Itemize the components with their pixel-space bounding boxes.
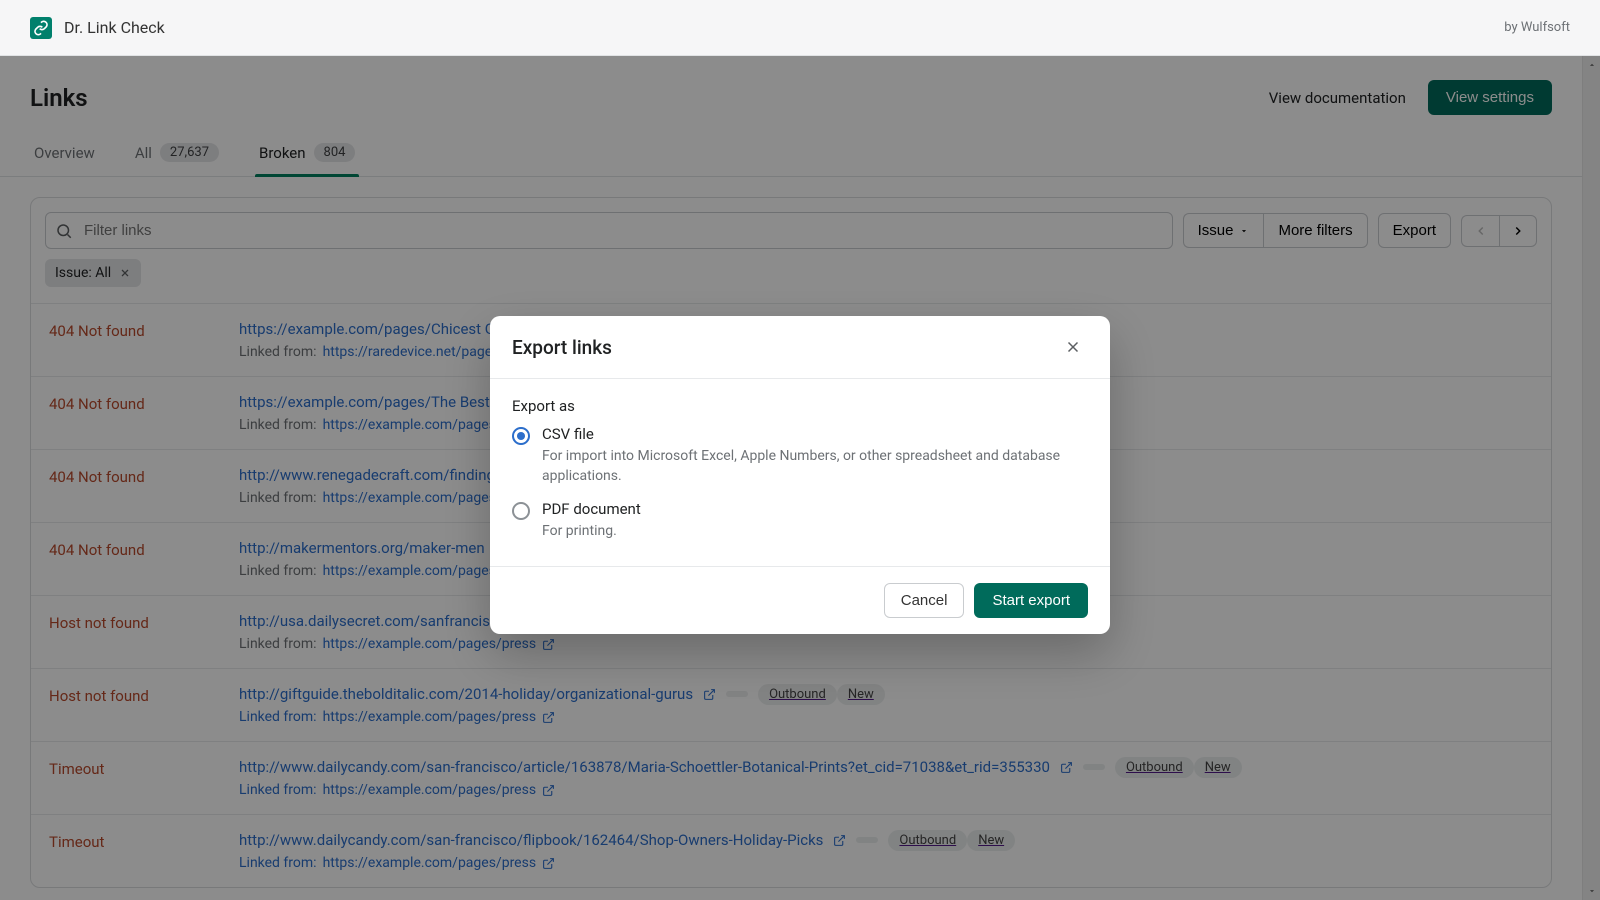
export-links-modal: Export links Export as CSV file For impo… [490,316,1110,634]
radio-pdf[interactable]: PDF document For printing. [512,500,1088,542]
radio-label: PDF document [542,500,641,518]
radio-text: CSV file For import into Microsoft Excel… [542,425,1088,486]
modal-header: Export links [490,316,1110,379]
cancel-button[interactable]: Cancel [884,583,965,618]
modal-close-button[interactable] [1058,334,1088,360]
app-logo [30,17,52,39]
radio-label: CSV file [542,425,1088,443]
topbar: Dr. Link Check by Wulfsoft [0,0,1600,56]
topbar-left: Dr. Link Check [30,17,165,39]
close-icon [1064,338,1082,356]
by-wulfsoft: by Wulfsoft [1504,20,1570,35]
radio-desc: For import into Microsoft Excel, Apple N… [542,447,1088,486]
app-name: Dr. Link Check [64,18,165,37]
modal-title: Export links [512,336,612,359]
modal-body: Export as CSV file For import into Micro… [490,379,1110,566]
export-as-label: Export as [512,397,1088,415]
modal-footer: Cancel Start export [490,566,1110,634]
radio-button-csv[interactable] [512,427,530,445]
radio-button-pdf[interactable] [512,502,530,520]
radio-desc: For printing. [542,522,641,542]
modal-overlay[interactable]: Export links Export as CSV file For impo… [0,56,1600,900]
radio-text: PDF document For printing. [542,500,641,542]
start-export-button[interactable]: Start export [974,583,1088,618]
radio-csv[interactable]: CSV file For import into Microsoft Excel… [512,425,1088,486]
